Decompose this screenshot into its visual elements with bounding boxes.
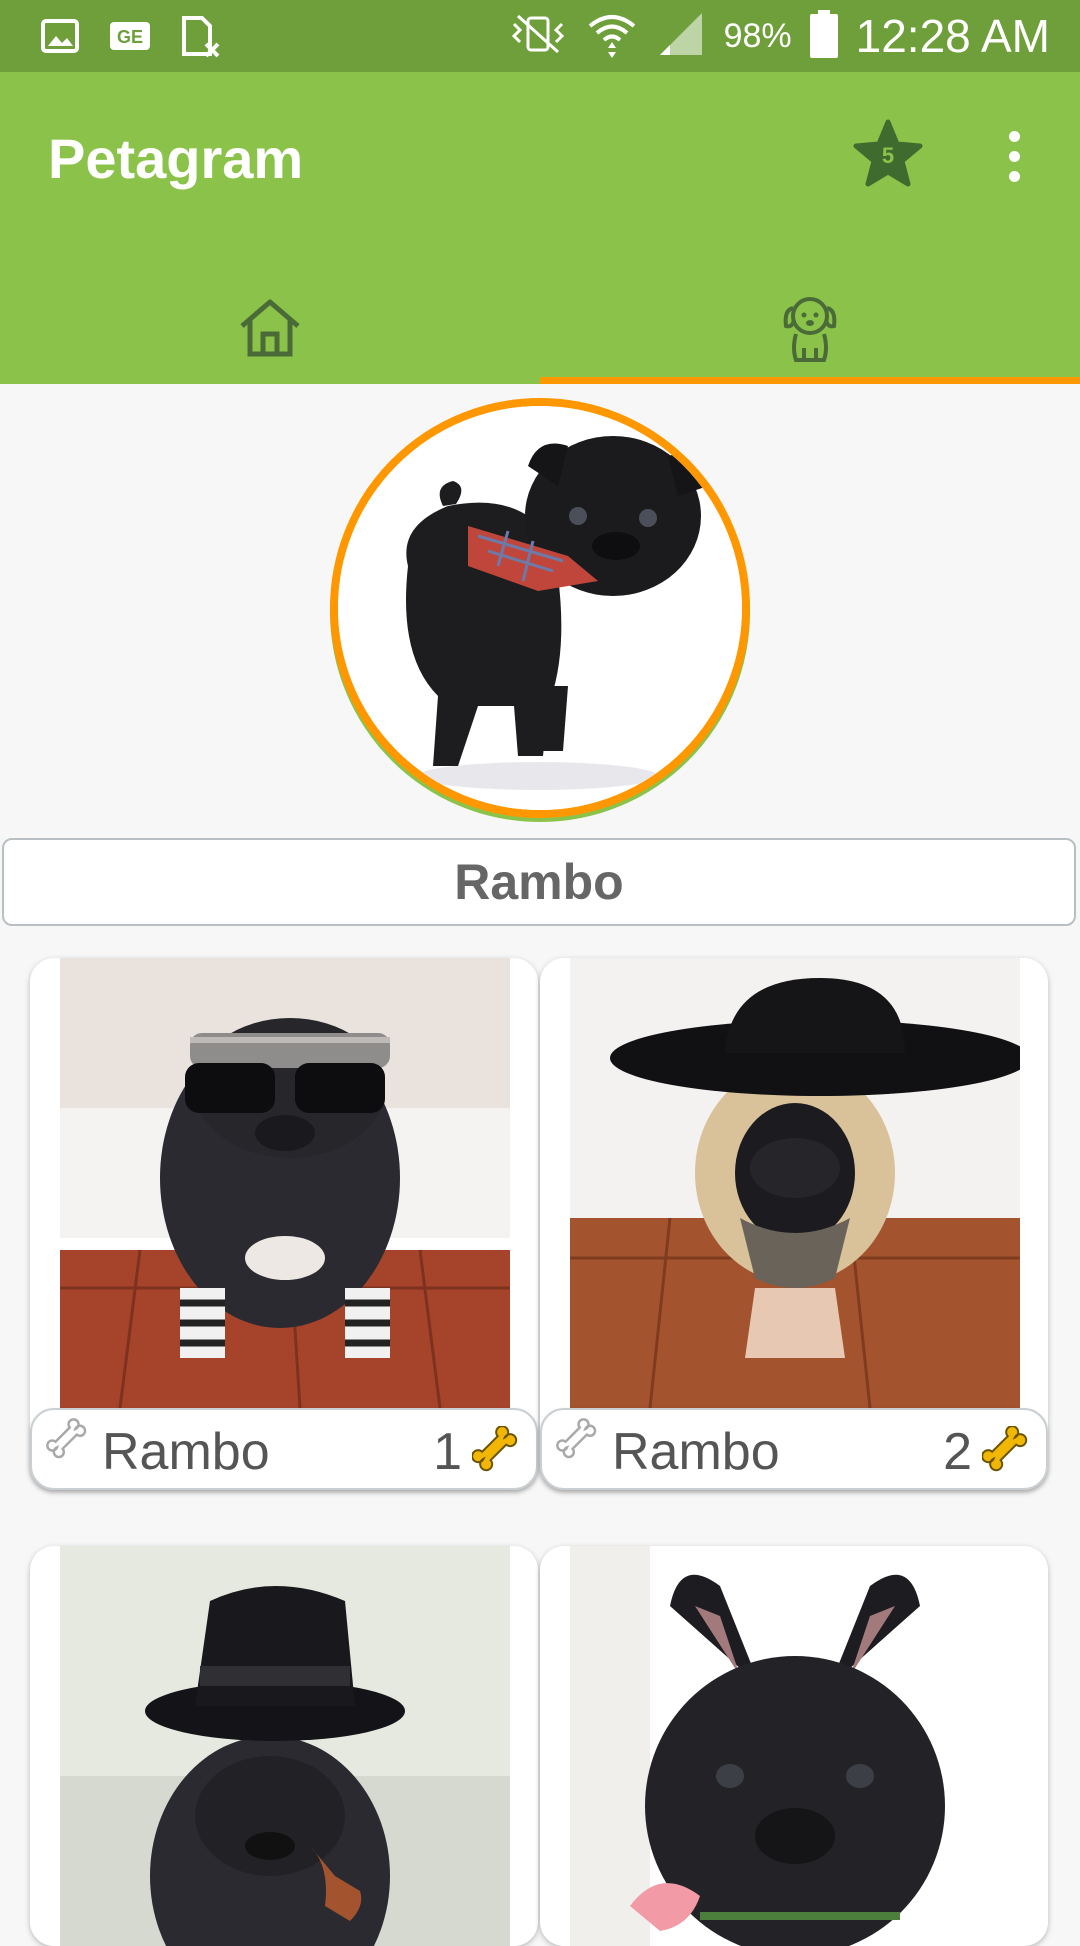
pet-card[interactable] <box>30 1546 538 1946</box>
battery-icon <box>809 9 838 63</box>
like-count: 2 <box>943 1423 972 1481</box>
favorites-button[interactable]: 5 <box>850 116 926 192</box>
like-count: 1 <box>433 1423 462 1481</box>
dog-top-hat-photo <box>60 1546 510 1946</box>
svg-text:GE: GE <box>117 27 143 47</box>
tab-profile[interactable] <box>540 272 1080 384</box>
pet-photo[interactable] <box>570 1546 1020 1946</box>
pet-name: Rambo <box>612 1423 780 1481</box>
more-vert-icon <box>1008 130 1020 142</box>
bone-icon <box>472 1426 518 1472</box>
pet-card[interactable]: Rambo 2 <box>540 958 1048 1490</box>
wifi-icon <box>586 8 638 65</box>
dog-sunglasses-photo <box>60 958 510 1408</box>
battery-percent: 98% <box>723 16 792 55</box>
gallery-icon <box>36 12 84 60</box>
pet-card[interactable]: Rambo 1 <box>30 958 538 1490</box>
document-x-icon <box>176 12 224 60</box>
tab-bar <box>0 272 1080 384</box>
clock: 12:28 AM <box>855 10 1050 62</box>
app-title: Petagram <box>48 127 304 190</box>
more-vert-dot <box>1008 170 1020 182</box>
bone-icon <box>982 1426 1028 1472</box>
tab-home[interactable] <box>0 272 540 384</box>
status-bar: GE 98% 12:28 AM <box>0 0 1080 72</box>
profile-avatar <box>330 398 750 818</box>
pet-photo[interactable] <box>60 958 510 1408</box>
ge-app-icon: GE <box>106 12 154 60</box>
bone-outline-icon[interactable] <box>46 1418 92 1464</box>
favorites-count: 5 <box>881 143 895 168</box>
pet-photo[interactable] <box>570 958 1020 1408</box>
vibrate-mute-icon <box>508 12 568 61</box>
pet-card[interactable] <box>540 1546 1048 1946</box>
pet-card-footer: Rambo 1 <box>30 1408 538 1490</box>
dog-hat-wig-photo <box>570 958 1020 1408</box>
home-icon <box>240 299 300 357</box>
app-bar: Petagram 5 <box>0 72 1080 384</box>
bone-outline-icon[interactable] <box>556 1418 602 1464</box>
pet-photo[interactable] <box>60 1546 510 1946</box>
pet-card-footer: Rambo 2 <box>540 1408 1048 1490</box>
overflow-menu-button[interactable] <box>994 120 1034 192</box>
pug-photo <box>338 406 742 810</box>
dog-icon <box>783 297 837 362</box>
pet-name: Rambo <box>102 1423 270 1481</box>
dog-flower-photo <box>570 1546 1020 1946</box>
tab-indicator <box>540 377 1080 384</box>
profile-name: Rambo <box>2 838 1076 926</box>
more-vert-dot <box>1008 150 1020 162</box>
signal-icon <box>656 9 706 64</box>
